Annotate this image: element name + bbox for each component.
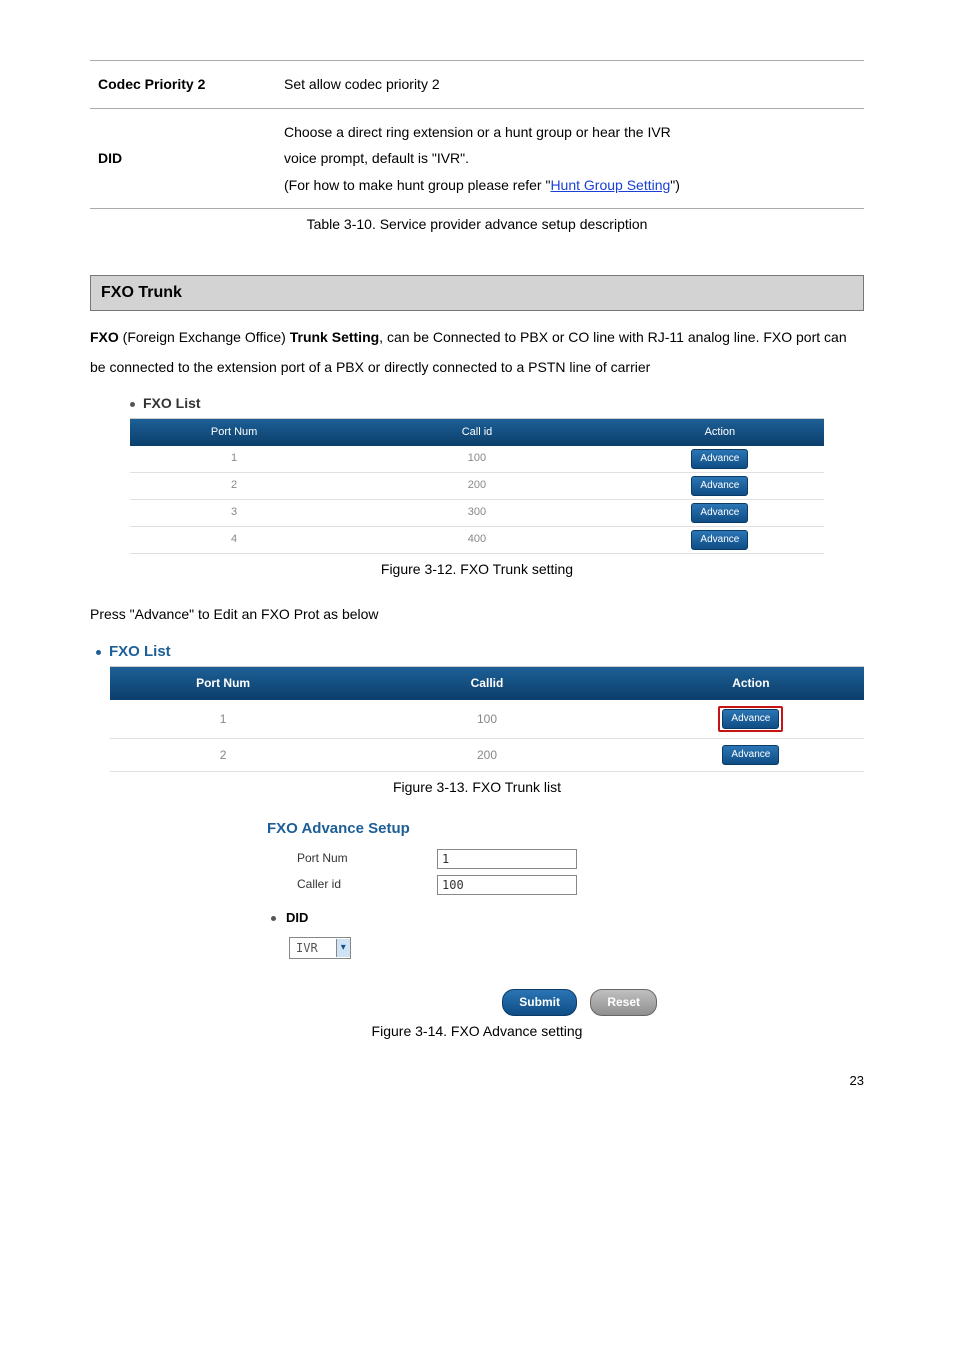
cell-callid: 400 — [338, 527, 616, 554]
table-row: 1100 Advance — [110, 700, 864, 739]
codec-did-table: Codec Priority 2 Set allow codec priorit… — [90, 60, 864, 209]
label-codec-priority: Codec Priority 2 — [90, 61, 276, 109]
cell-callid: 100 — [338, 446, 616, 473]
cell-callid: 100 — [336, 700, 638, 739]
fxo-list1-table: Port Num Call id Action 1100Advance2200A… — [130, 418, 824, 554]
fxo-list1-label-text: FXO List — [143, 395, 201, 411]
reset-button[interactable]: Reset — [590, 989, 657, 1016]
adv-button-row: Submit Reset — [267, 989, 687, 1016]
th-callid: Callid — [336, 667, 638, 700]
select-value: IVR — [290, 938, 336, 959]
value-did: Choose a direct ring extension or a hunt… — [276, 108, 864, 209]
table-row: 2200 Advance — [130, 473, 824, 500]
hunt-group-link[interactable]: Hunt Group Setting — [550, 177, 670, 193]
adv-port-label: Port Num — [267, 850, 437, 867]
fxo-trunk-paragraph: FXO (Foreign Exchange Office) Trunk Sett… — [90, 323, 864, 382]
advance-button[interactable]: Advance — [722, 709, 779, 729]
cell-port: 1 — [110, 700, 336, 739]
fxo-list2-table: Port Num Callid Action 1100 Advance 2200 Ad… — [110, 666, 864, 772]
fxo-trunk-heading: FXO Trunk — [90, 275, 864, 311]
figure-3-12-caption: Figure 3-12. FXO Trunk setting — [90, 560, 864, 580]
th-port: Port Num — [110, 667, 336, 700]
p1-b1: FXO — [90, 329, 119, 345]
adv-did-select[interactable]: IVR ▾ — [289, 937, 351, 960]
cell-callid: 200 — [338, 473, 616, 500]
cell-action: Advance — [616, 473, 824, 500]
cell-port: 2 — [110, 739, 336, 772]
th-callid: Call id — [338, 419, 616, 446]
bullet-icon — [130, 402, 135, 407]
bullet-icon — [96, 650, 101, 655]
cell-action: Advance — [638, 700, 864, 739]
advance-button[interactable]: Advance — [722, 745, 779, 765]
bullet-icon — [271, 916, 276, 921]
header-row: Port Num Call id Action — [130, 419, 824, 446]
figure-3-13-caption: Figure 3-13. FXO Trunk list — [90, 778, 864, 798]
did-line2: voice prompt, default is "IVR". — [284, 150, 469, 166]
page-number: 23 — [90, 1072, 864, 1090]
cell-port: 2 — [130, 473, 338, 500]
did-line3-prefix: (For how to make hunt group please refer… — [284, 177, 550, 193]
header-row: Port Num Callid Action — [110, 667, 864, 700]
table-row: 3300 Advance — [130, 500, 824, 527]
did-line1: Choose a direct ring extension or a hunt… — [284, 124, 671, 140]
press-advance-text: Press "Advance" to Edit an FXO Prot as b… — [90, 600, 864, 629]
did-line3-suffix: ") — [670, 177, 680, 193]
cell-callid: 300 — [338, 500, 616, 527]
label-did: DID — [90, 108, 276, 209]
fxo-list1-wrap: FXO List Port Num Call id Action 1100 Adv… — [130, 394, 824, 554]
fxo-list2-wrap: FXO List Port Num Callid Action 1100 Adva… — [90, 641, 864, 772]
cell-action: Advance — [616, 446, 824, 473]
adv-port-input[interactable] — [437, 849, 577, 869]
highlight-box: Advance — [718, 706, 783, 732]
table-row: 2200 Advance — [110, 739, 864, 772]
table-3-10-caption: Table 3-10. Service provider advance set… — [90, 215, 864, 235]
adv-caller-label: Caller id — [267, 876, 437, 893]
table-row: 1100 Advance — [130, 446, 824, 473]
fxo-list2-label: FXO List — [96, 641, 864, 662]
adv-row-caller: Caller id — [267, 875, 687, 895]
adv-did-label: DID — [271, 909, 687, 927]
table-row: 4400 Advance — [130, 527, 824, 554]
p1-s1: (Foreign Exchange Office) — [119, 329, 290, 345]
adv-did-text: DID — [286, 910, 308, 925]
cell-action: Advance — [638, 739, 864, 772]
cell-port: 4 — [130, 527, 338, 554]
advance-button[interactable]: Advance — [691, 530, 748, 550]
fxo-list2-label-text: FXO List — [109, 643, 171, 660]
fxo-advance-setup: FXO Advance Setup Port Num Caller id DID… — [267, 818, 687, 1017]
th-action: Action — [638, 667, 864, 700]
adv-setup-title: FXO Advance Setup — [267, 818, 687, 839]
chevron-down-icon: ▾ — [336, 939, 350, 957]
th-port: Port Num — [130, 419, 338, 446]
figure-3-14-caption: Figure 3-14. FXO Advance setting — [90, 1022, 864, 1042]
cell-port: 3 — [130, 500, 338, 527]
cell-action: Advance — [616, 500, 824, 527]
cell-port: 1 — [130, 446, 338, 473]
th-action: Action — [616, 419, 824, 446]
cell-callid: 200 — [336, 739, 638, 772]
row-codec-priority: Codec Priority 2 Set allow codec priorit… — [90, 61, 864, 109]
advance-button[interactable]: Advance — [691, 449, 748, 469]
submit-button[interactable]: Submit — [502, 989, 577, 1016]
cell-action: Advance — [616, 527, 824, 554]
value-codec-priority: Set allow codec priority 2 — [276, 61, 864, 109]
advance-button[interactable]: Advance — [691, 476, 748, 496]
p1-b2: Trunk Setting — [290, 329, 379, 345]
fxo-list1-label: FXO List — [130, 394, 824, 414]
adv-caller-input[interactable] — [437, 875, 577, 895]
adv-row-port: Port Num — [267, 849, 687, 869]
row-did: DID Choose a direct ring extension or a … — [90, 108, 864, 209]
advance-button[interactable]: Advance — [691, 503, 748, 523]
